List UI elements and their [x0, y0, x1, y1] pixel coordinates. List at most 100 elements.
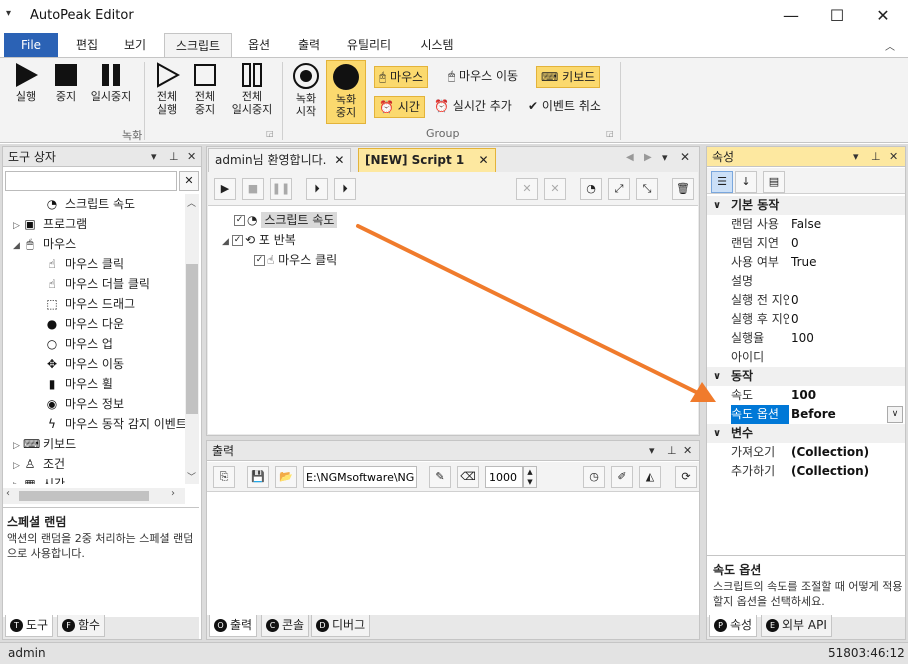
panel-menu-icon[interactable]: ▾ [853, 147, 859, 167]
toolbox-hscrollbar[interactable]: ‹ › [3, 488, 185, 504]
tab-edit[interactable]: 편집 [66, 33, 108, 57]
editor-pause-button[interactable]: ❚❚ [270, 178, 292, 200]
tree-item[interactable]: ● 마우스 다운 [3, 314, 199, 334]
close-button[interactable]: ✕ [860, 0, 906, 32]
tree-item[interactable]: ✥ 마우스 이동 [3, 354, 199, 374]
tree-item[interactable]: ▷ ▣ 프로그램 [3, 214, 199, 234]
property-pages-icon[interactable]: ▤ [763, 171, 785, 193]
property-row[interactable]: 사용 여부 True [707, 253, 905, 272]
panel-close-icon[interactable]: ✕ [889, 147, 898, 167]
script-node[interactable]: ◢ ✓ ⟲ 포 반복 [222, 230, 296, 250]
property-row[interactable]: 가져오기 (Collection) [707, 443, 905, 462]
tab-external-api[interactable]: E 외부 API [761, 615, 832, 637]
close-doc-icon[interactable]: ✕ [680, 150, 690, 164]
delete-disabled-button[interactable]: ✕ [516, 178, 538, 200]
script-node[interactable]: ✓ ☝ 마우스 클릭 [254, 250, 337, 270]
collapse-icon[interactable]: ∨ [713, 367, 721, 386]
tab-options[interactable]: 옵션 [238, 33, 280, 57]
tab-properties[interactable]: P 속성 [709, 615, 758, 637]
minimize-button[interactable]: — [768, 0, 814, 32]
mouse-move-record-toggle[interactable]: 🖱 마우스 이동 [444, 66, 522, 88]
record-start-button[interactable]: 녹화 시작 [288, 62, 324, 118]
realtime-add-toggle[interactable]: ⏰ 실시간 추가 [430, 96, 516, 118]
tree-item[interactable]: ◉ 마우스 정보 [3, 394, 199, 414]
tab-debug[interactable]: D 디버그 [311, 615, 371, 637]
tree-item[interactable]: ▷ ⌨ 키보드 [3, 434, 199, 454]
tab-console[interactable]: C 콘솔 [261, 615, 310, 637]
close-tab-icon[interactable]: ✕ [334, 153, 344, 167]
checkbox-checked[interactable]: ✓ [234, 215, 245, 226]
save-icon[interactable]: 💾 [247, 466, 269, 488]
stop-button[interactable]: 중지 [48, 62, 84, 103]
scroll-left-icon[interactable]: ‹ [6, 488, 10, 499]
paint-bucket-icon[interactable]: ◭ [639, 466, 661, 488]
refresh-icon[interactable]: ⟳ [675, 466, 697, 488]
pin-icon[interactable]: ⊥ [667, 441, 677, 461]
panel-close-icon[interactable]: ✕ [683, 441, 692, 461]
expand-icon[interactable]: ▷ [13, 216, 23, 236]
categorized-icon[interactable]: ☰ [711, 171, 733, 193]
pin-icon[interactable]: ⊥ [871, 147, 881, 167]
stop-all-button[interactable]: 전체 중지 [186, 62, 224, 116]
tab-utility[interactable]: 유틸리티 [338, 33, 400, 57]
history-button[interactable]: ◔ [580, 178, 602, 200]
scroll-down-icon[interactable]: ﹀ [187, 470, 196, 483]
maximize-button[interactable]: ☐ [814, 0, 860, 32]
record-stop-button[interactable]: 녹화 중지 [326, 60, 366, 124]
checkbox-checked[interactable]: ✓ [232, 235, 243, 246]
scroll-right-icon[interactable]: › [171, 488, 175, 499]
expand-icon[interactable]: ▷ [13, 456, 23, 476]
property-row[interactable]: 설명 [707, 272, 905, 291]
scroll-thumb[interactable] [19, 491, 149, 501]
property-row[interactable]: 랜덤 지연 0 [707, 234, 905, 253]
property-row[interactable]: 아이디 [707, 348, 905, 367]
property-row[interactable]: 실행 전 지연 0 [707, 291, 905, 310]
tab-list-icon[interactable]: ▾ [662, 151, 668, 164]
panel-close-icon[interactable]: ✕ [187, 147, 196, 167]
tree-item[interactable]: ☝ 마우스 더블 클릭 [3, 274, 199, 294]
clear-broom-icon[interactable]: ✎ [429, 466, 451, 488]
tree-item[interactable]: ▷▦시간 [3, 474, 199, 484]
clock-icon[interactable]: ◷ [583, 466, 605, 488]
checkbox-checked[interactable]: ✓ [254, 255, 265, 266]
property-row-selected[interactable]: 속도 옵션 Before ∨ [707, 405, 905, 424]
doc-tab-welcome[interactable]: admin님 환영합니다. ✕ [208, 148, 352, 172]
step-button[interactable]: ⏵ [306, 178, 328, 200]
tree-item[interactable]: ▮ 마우스 휠 [3, 374, 199, 394]
pause-button[interactable]: 일시중지 [86, 62, 136, 103]
property-row[interactable]: 실행 후 지연 0 [707, 310, 905, 329]
group-launcher-icon[interactable]: ◲ [606, 129, 614, 138]
new-log-button[interactable]: ⎘ [213, 466, 235, 488]
tab-view[interactable]: 보기 [114, 33, 156, 57]
toolbox-vscrollbar[interactable]: ︿ ﹀ [185, 194, 199, 484]
brush-icon[interactable]: ✐ [611, 466, 633, 488]
event-cancel-toggle[interactable]: ✔ 이벤트 취소 [524, 96, 605, 118]
tab-system[interactable]: 시스템 [410, 33, 464, 57]
expand-icon[interactable]: ▷ [13, 436, 23, 456]
run-to-button[interactable]: ⏵ [334, 178, 356, 200]
editor-stop-button[interactable]: ■ [242, 178, 264, 200]
tree-item[interactable]: ☝ 마우스 클릭 [3, 254, 199, 274]
property-row[interactable]: 속도 100 [707, 386, 905, 405]
tree-item[interactable]: ⬚ 마우스 드래그 [3, 294, 199, 314]
tab-tools[interactable]: T 도구 [5, 615, 54, 637]
mouse-record-toggle[interactable]: 🖰 마우스 [374, 66, 429, 88]
dropdown-chevron-icon[interactable]: ∨ [887, 406, 903, 423]
tree-item[interactable]: ϟ 마우스 동작 감지 이벤트 [3, 414, 199, 434]
property-row[interactable]: 랜덤 사용 False [707, 215, 905, 234]
sort-alpha-icon[interactable]: ↓ [735, 171, 757, 193]
tab-output[interactable]: 출력 [288, 33, 330, 57]
line-limit-input[interactable] [485, 466, 523, 488]
collapse-all-button[interactable]: ⤡ [636, 178, 658, 200]
app-menu-icon[interactable]: ▾ [6, 8, 11, 19]
tab-output-log[interactable]: O 출력 [209, 615, 258, 637]
category-action[interactable]: ∨ 동작 [707, 367, 905, 386]
group-launcher-icon[interactable]: ◲ [266, 129, 274, 138]
tab-script[interactable]: 스크립트 [164, 33, 232, 58]
scroll-up-icon[interactable]: ︿ [187, 196, 196, 209]
collapse-icon[interactable]: ∨ [713, 196, 721, 215]
output-path-input[interactable] [303, 466, 417, 488]
tree-item[interactable]: ○ 마우스 업 [3, 334, 199, 354]
file-tab[interactable]: File [4, 33, 58, 57]
trash-button[interactable]: 🗑 [672, 178, 694, 200]
